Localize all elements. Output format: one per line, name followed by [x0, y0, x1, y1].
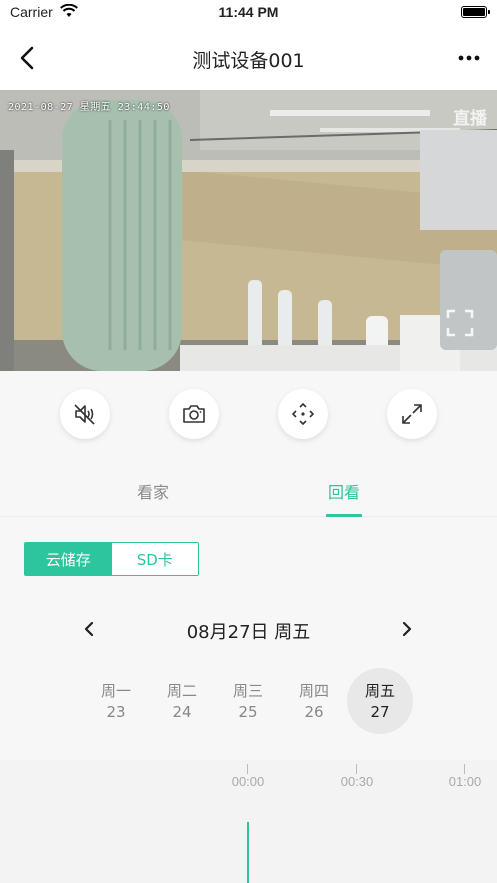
day-item[interactable]: 周三 25 — [215, 668, 281, 734]
expand-icon — [402, 404, 422, 424]
day-number: 27 — [370, 703, 390, 721]
timeline-tick — [247, 764, 248, 774]
day-item-selected[interactable]: 周五 27 — [347, 668, 413, 734]
live-badge: 直播 — [453, 109, 487, 129]
fullscreen-frame-icon[interactable] — [445, 308, 475, 338]
timeline-playhead[interactable] — [247, 822, 249, 883]
speaker-muted-icon — [74, 404, 95, 425]
day-name: 周二 — [166, 682, 197, 700]
day-item[interactable]: 周二 24 — [149, 668, 215, 734]
status-bar: Carrier 11:44 PM — [0, 0, 497, 26]
timeline-label: 00:00 — [231, 774, 265, 789]
day-number: 23 — [106, 703, 126, 721]
camera-icon — [183, 405, 205, 423]
video-timestamp: 2021-08-27 星期五 23:44:50 — [8, 102, 170, 113]
timeline-tick — [356, 764, 357, 774]
day-name: 周一 — [100, 682, 131, 700]
mute-button[interactable] — [60, 389, 110, 439]
more-options-icon[interactable] — [455, 46, 483, 70]
view-tabs: 看家 回看 — [0, 457, 497, 517]
current-date-label: 08月27日 周五 — [186, 622, 311, 643]
navigation-bar: 测试设备001 — [0, 26, 497, 90]
control-bar — [0, 371, 497, 457]
day-number: 25 — [238, 703, 258, 721]
day-number: 24 — [172, 703, 192, 721]
active-tab-indicator — [326, 514, 362, 517]
day-name: 周三 — [232, 682, 263, 700]
timeline-label: 01:00 — [448, 774, 482, 789]
day-item[interactable]: 周四 26 — [281, 668, 347, 734]
snapshot-button[interactable] — [169, 389, 219, 439]
page-title: 测试设备001 — [192, 50, 305, 72]
next-date-chevron-icon[interactable] — [396, 618, 418, 640]
timeline-label: 00:30 — [340, 774, 374, 789]
battery-icon — [461, 6, 490, 18]
direction-pad-icon — [291, 402, 315, 426]
day-name: 周五 — [364, 682, 395, 700]
day-number: 26 — [304, 703, 324, 721]
fullscreen-button[interactable] — [387, 389, 437, 439]
ptz-button[interactable] — [278, 389, 328, 439]
day-item[interactable]: 周一 23 — [83, 668, 149, 734]
playback-timeline[interactable]: 00:00 00:30 01:00 — [0, 760, 497, 883]
sd-card-option[interactable]: SD卡 — [111, 543, 198, 575]
day-name: 周四 — [298, 682, 329, 700]
timeline-tick — [464, 764, 465, 774]
date-navigator: 08月27日 周五 — [0, 610, 497, 648]
tab-home-watch[interactable]: 看家 — [113, 479, 193, 503]
week-day-selector: 周一 23 周二 24 周三 25 周四 26 周五 27 — [0, 668, 497, 738]
storage-source-toggle: 云储存 SD卡 — [24, 542, 199, 576]
cloud-storage-option[interactable]: 云储存 — [25, 543, 112, 575]
tab-playback[interactable]: 回看 — [304, 479, 384, 503]
clock: 11:44 PM — [218, 4, 279, 20]
camera-scene-image — [0, 90, 497, 371]
live-video-feed[interactable]: 2021-08-27 星期五 23:44:50 直播 — [0, 90, 497, 371]
